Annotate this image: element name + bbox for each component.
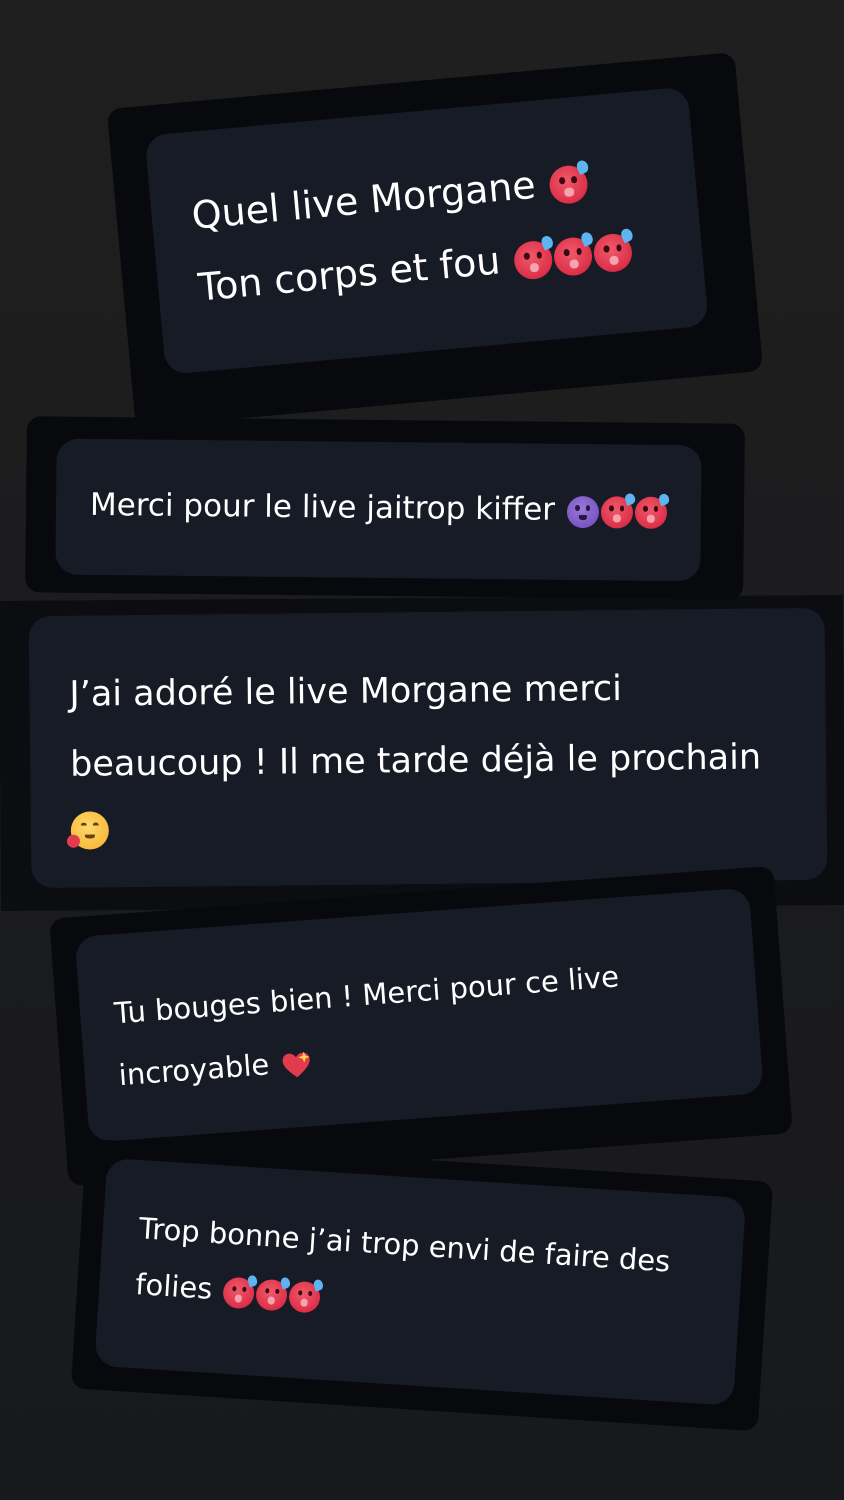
comment-3-line-2: beaucoup ! Il me tarde déjà le prochain bbox=[69, 737, 762, 785]
smiling-face-with-hearts-emoji bbox=[67, 811, 110, 850]
hot-face-emoji bbox=[552, 230, 596, 277]
comment-card-3: J’ai adoré le live Morgane merci beaucou… bbox=[28, 607, 828, 889]
hot-face-emoji bbox=[222, 1274, 259, 1309]
comment-card-4: Tu bouges bien ! Merci pour ce live incr… bbox=[49, 865, 793, 1187]
comment-3-line-1: J’ai adoré le live Morgane merci bbox=[69, 668, 623, 715]
sparkling-heart-emoji bbox=[279, 1047, 313, 1081]
comment-card-5: Trop bonne j’ai trop envi de faire des f… bbox=[70, 1138, 774, 1432]
hot-face-emoji bbox=[547, 158, 591, 205]
smiling-devil-emoji bbox=[566, 495, 599, 528]
hot-face-emoji bbox=[512, 234, 556, 281]
hot-face-emoji bbox=[592, 227, 635, 274]
comment-card-2: Merci pour le live jaitrop kiffer bbox=[25, 416, 745, 600]
comment-3-line-3 bbox=[67, 792, 808, 860]
hot-face-emoji bbox=[634, 492, 671, 529]
comment-card-1: Quel live Morgane Ton corps et fou bbox=[106, 52, 764, 428]
hot-face-emoji bbox=[288, 1278, 325, 1314]
hot-face-emoji bbox=[255, 1276, 292, 1312]
hot-face-emoji bbox=[600, 492, 637, 529]
comment-2-line-1: Merci pour le live jaitrop kiffer bbox=[90, 477, 682, 539]
